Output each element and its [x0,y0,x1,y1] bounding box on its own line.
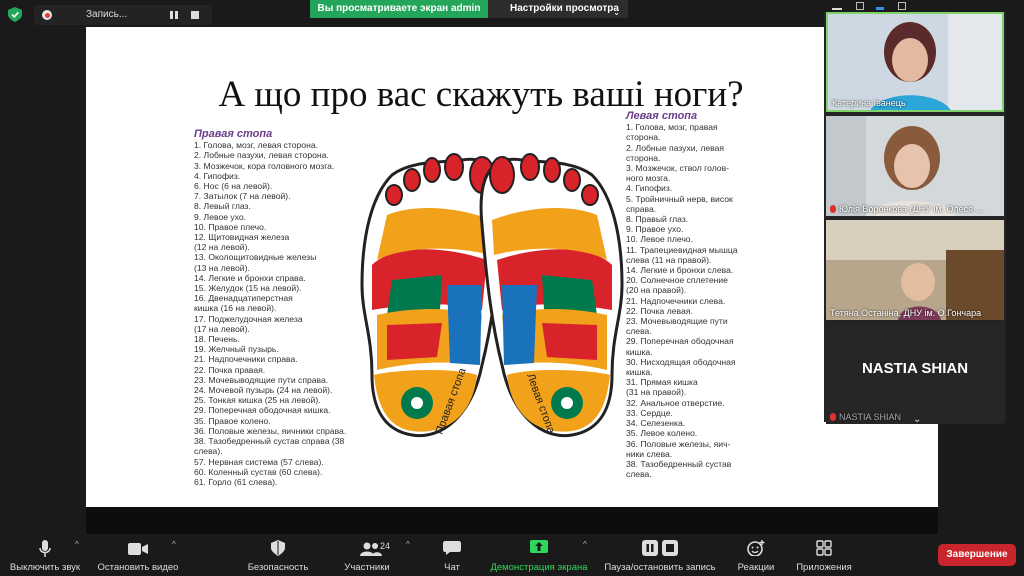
participant-name: Юлія Воронкова (ДНУ ім. Олеся ... [830,204,983,214]
mute-button[interactable]: Выключить звук [4,534,86,576]
participant-name: Катерина Іванець [832,98,906,108]
chat-bubble-icon [443,541,461,555]
meeting-controls: Выключить звук ^ Остановить видео ^ Безо… [0,534,1024,576]
chevron-down-icon[interactable]: ⌄ [913,414,921,424]
pause-recording-icon[interactable] [170,11,179,19]
view-options-button[interactable]: Настройки просмотра ⌄ [488,0,628,18]
end-meeting-button[interactable]: Завершение [938,544,1016,566]
participants-label: Участники [344,562,390,573]
layout-grid-icon[interactable] [856,2,864,10]
minimize-icon[interactable] [832,2,842,10]
share-screen-label: Демонстрация экрана [490,562,588,573]
left-foot-map: Левая стопа [479,153,624,438]
participant-video-3 [826,220,1004,320]
viewing-screen-banner: Вы просматриваете экран admin [310,0,488,18]
legend-item: 38. Тазобедренный сустав [626,458,732,469]
share-screen-button[interactable]: Демонстрация экрана [486,534,592,576]
participant-tile[interactable]: Тетяна Останіна, ДНУ ім. О.Гончара [826,220,1004,320]
share-letterbox [86,507,938,534]
security-shield-icon [271,540,285,556]
stop-video-label: Остановить видео [97,562,179,573]
security-label: Безопасность [247,562,309,573]
layout-gallery-icon[interactable] [898,2,906,10]
share-screen-icon [530,540,548,553]
video-camera-icon [128,543,148,555]
audio-options-caret-icon[interactable]: ^ [75,540,79,549]
recording-indicator: Запись... [34,5,212,25]
participant-display-name: NASTIA SHIAN [861,360,969,377]
stop-video-button[interactable]: Остановить видео [92,534,184,576]
microphone-icon [39,540,51,557]
muted-mic-icon [830,205,836,213]
foot-reflexology-diagram: Правая стопа Левая стопа [360,153,624,438]
participant-name: Тетяна Останіна, ДНУ ім. О.Гончара [830,308,982,318]
view-options-label: Настройки просмотра [510,3,619,14]
participant-tile[interactable]: Катерина Іванець [826,12,1004,112]
shared-screen: А що про вас скажуть ваші ноги? Правая с… [86,27,876,507]
participant-tile[interactable]: Юлія Воронкова (ДНУ ім. Олеся ... [826,116,1004,216]
stop-recording-icon[interactable] [191,11,199,19]
recording-dot-icon [42,10,52,20]
legend-item: 57. Нервная система (57 слева). [194,456,324,467]
legend-item: 61. Горло (61 слева). [194,476,278,487]
panel-layout-toolbar [824,0,1024,12]
pause-stop-recording-button[interactable]: Пауза/остановить запись [600,534,720,576]
video-options-caret-icon[interactable]: ^ [172,540,176,549]
share-options-caret-icon[interactable]: ^ [583,540,587,549]
pause-stop-icon [642,540,678,556]
shield-check-icon[interactable] [8,7,22,22]
reactions-button[interactable]: Реакции [734,534,778,576]
security-button[interactable]: Безопасность [240,534,316,576]
participant-video-panel: Катерина Іванець Юлія Воронкова (ДНУ ім.… [824,12,1006,424]
legend-item: 60. Коленный сустав (60 слева). [194,466,323,477]
participant-name: NASTIA SHIAN [830,412,901,422]
mute-label: Выключить звук [9,562,81,573]
apps-button[interactable]: Приложения [792,534,856,576]
reactions-label: Реакции [737,562,775,573]
legend-item: 1. Голова, мозг, правая [626,122,718,133]
recording-label: Запись... [86,9,128,20]
participants-button[interactable]: 24 Участники [336,534,398,576]
chevron-down-icon: ⌄ [613,8,620,17]
participant-video-2 [826,116,1004,216]
legend-item: ники слева. [626,448,673,459]
apps-label: Приложения [796,562,852,573]
apps-icon [816,540,832,556]
slide-title: А що про вас скажуть ваші ноги? [218,74,744,115]
participants-caret-icon[interactable]: ^ [406,540,410,549]
pause-stop-recording-label: Пауза/остановить запись [604,562,716,573]
chat-button[interactable]: Чат [432,534,472,576]
muted-mic-icon [830,413,836,421]
participant-tile[interactable]: NASTIA SHIAN NASTIA SHIAN ⌄ [826,324,1004,424]
legend-item: слева. [626,469,652,480]
left-foot-heading: Левая стопа [626,110,698,122]
layout-strip-icon[interactable] [876,2,884,10]
participants-icon [360,542,382,556]
participants-count: 24 [380,541,391,551]
smiley-plus-icon [747,540,765,556]
chat-label: Чат [444,562,460,573]
